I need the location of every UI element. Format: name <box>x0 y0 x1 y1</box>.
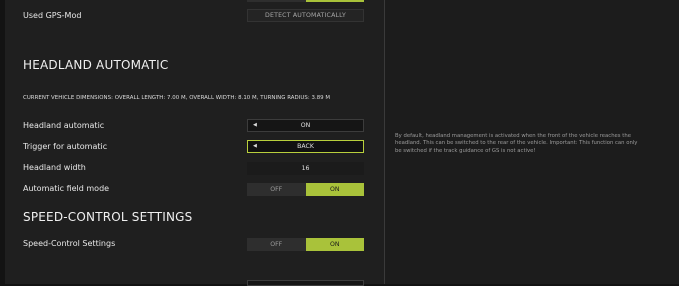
headland-automatic-value: ON <box>300 122 311 129</box>
trigger-label: Trigger for automatic <box>23 142 108 151</box>
next-setting-control[interactable] <box>247 280 364 286</box>
trigger-value: BACK <box>297 143 314 150</box>
headland-width-field[interactable]: 16 <box>247 162 364 175</box>
speed-control-off[interactable]: OFF <box>247 238 306 251</box>
headland-automatic-label: Headland automatic <box>23 121 105 130</box>
detect-automatically-button[interactable]: DETECT AUTOMATICALLY <box>247 9 364 22</box>
field-mode-on[interactable]: ON <box>305 183 364 196</box>
previous-toggle-off[interactable] <box>247 0 306 2</box>
field-mode-toggle[interactable]: OFF ON <box>247 183 364 196</box>
headland-section-title: HEADLAND AUTOMATIC <box>23 58 169 72</box>
speed-control-on[interactable]: ON <box>305 238 364 251</box>
headland-automatic-selector[interactable]: ◀ ON <box>247 119 364 132</box>
headland-width-label: Headland width <box>23 163 86 172</box>
left-arrow-icon[interactable]: ◀ <box>253 120 257 131</box>
speed-control-section-title: SPEED-CONTROL SETTINGS <box>23 210 193 224</box>
field-mode-label: Automatic field mode <box>23 184 110 193</box>
field-mode-off[interactable]: OFF <box>247 183 306 196</box>
trigger-selector[interactable]: ◀ BACK <box>247 140 364 153</box>
speed-control-toggle[interactable]: OFF ON <box>247 238 364 251</box>
previous-toggle[interactable] <box>247 0 364 2</box>
gps-mod-label: Used GPS-Mod <box>23 11 82 20</box>
previous-toggle-on[interactable] <box>305 0 364 2</box>
speed-control-label: Speed-Control Settings <box>23 239 116 248</box>
vehicle-dimensions: CURRENT VEHICLE DIMENSIONS: OVERALL LENG… <box>23 95 331 101</box>
setting-description: By default, headland management is activ… <box>395 133 638 154</box>
left-arrow-icon[interactable]: ◀ <box>253 141 257 152</box>
